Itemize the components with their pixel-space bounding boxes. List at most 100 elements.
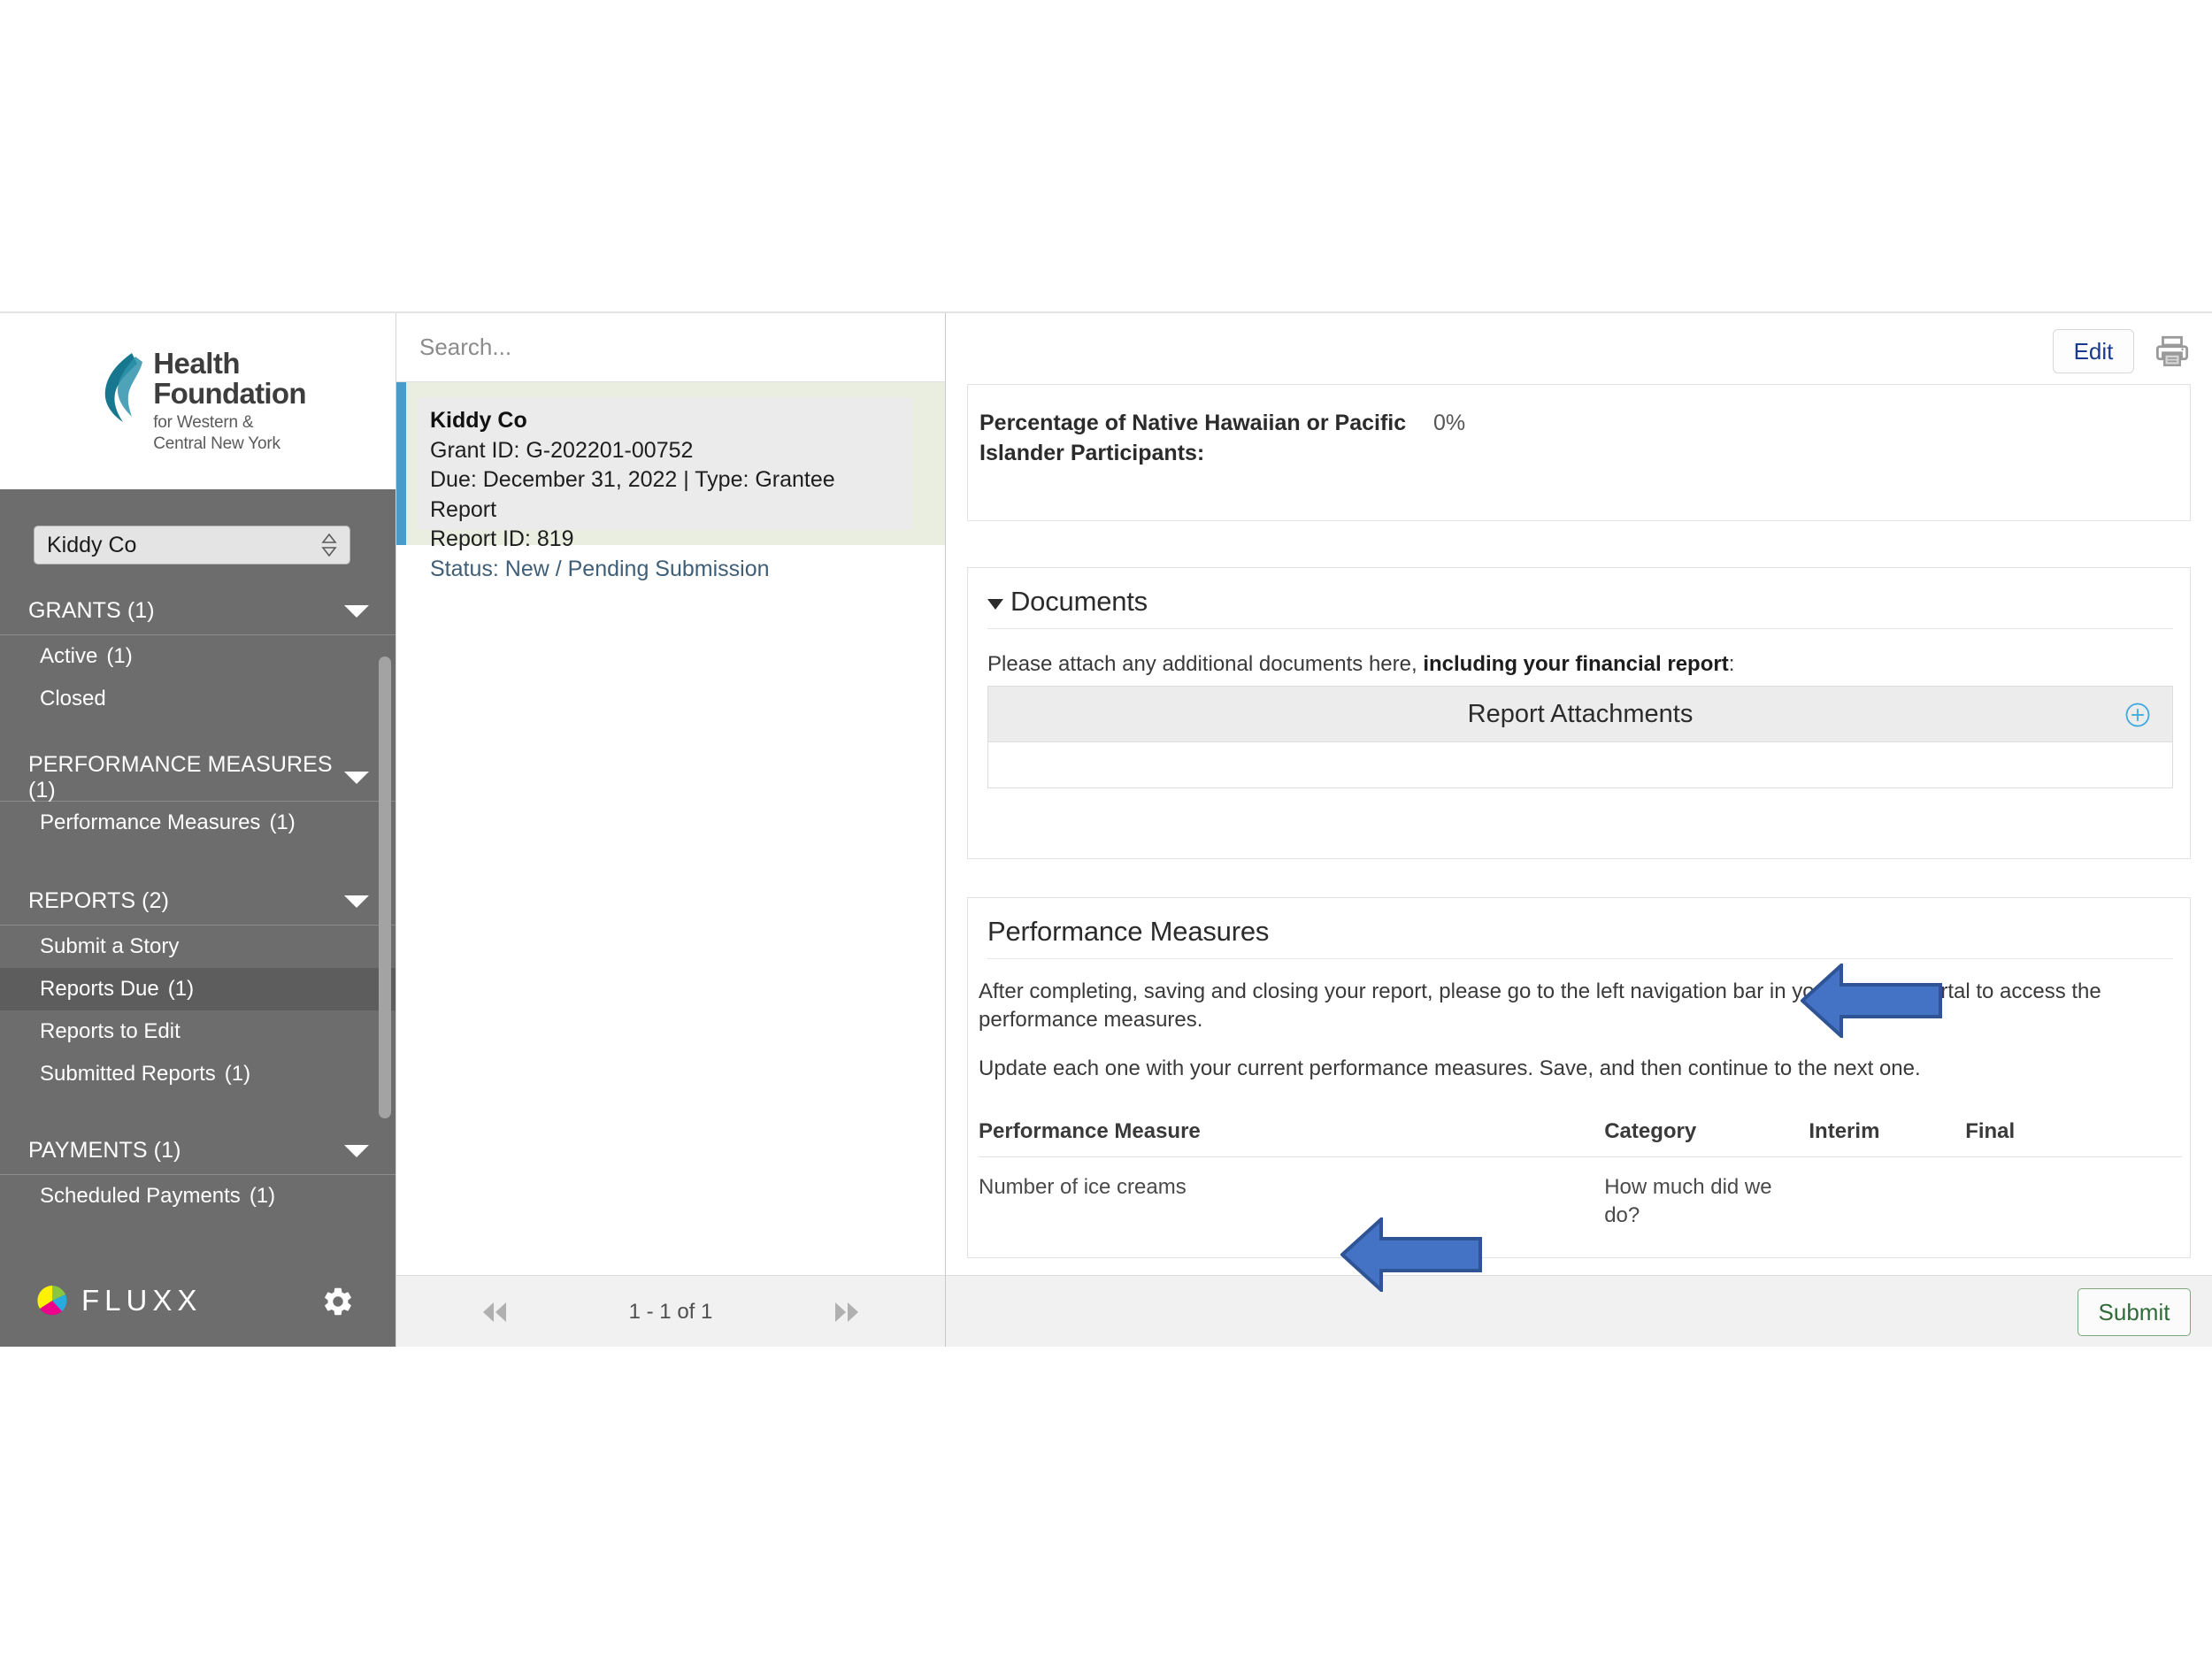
native-hawaiian-percentage-field: Percentage of Native Hawaiian or Pacific… xyxy=(979,408,1465,468)
sidebar-item-performance-measures[interactable]: Performance Measures (1) xyxy=(0,802,396,844)
cell-interim xyxy=(1809,1157,1965,1231)
chevron-down-icon xyxy=(344,771,369,784)
sidebar-item-scheduled-payments-label: Scheduled Payments xyxy=(40,1184,241,1208)
performance-measures-section-title: Performance Measures xyxy=(987,916,1270,947)
edit-button[interactable]: Edit xyxy=(2053,329,2134,373)
fluxx-branding-bar: FLUXX xyxy=(0,1253,396,1347)
sidebar-item-active-count: (1) xyxy=(106,644,133,668)
sidebar-item-scheduled-payments[interactable]: Scheduled Payments (1) xyxy=(0,1175,396,1217)
sidebar-item-active[interactable]: Active (1) xyxy=(0,635,396,678)
sidebar-item-reports-due-label: Reports Due xyxy=(40,977,159,1001)
logo-subtitle: for Western & Central New York xyxy=(153,412,306,453)
sidebar-item-performance-measures-label: Performance Measures xyxy=(40,810,261,834)
caret-down-icon xyxy=(987,599,1003,610)
record-org-name: Kiddy Co xyxy=(430,408,527,433)
submit-button[interactable]: Submit xyxy=(2078,1288,2191,1336)
add-attachment-button[interactable] xyxy=(2124,702,2151,728)
page-indicator: 1 - 1 of 1 xyxy=(628,1300,713,1324)
nav-group-performance-measures[interactable]: PERFORMANCE MEASURES (1) xyxy=(0,751,396,803)
record-report-id: Report ID: 819 xyxy=(430,526,574,551)
double-left-arrow-icon xyxy=(482,1302,506,1322)
column-header-performance-measure: Performance Measure xyxy=(979,1119,1605,1157)
nav-group-performance-measures-label: PERFORMANCE MEASURES (1) xyxy=(28,751,333,803)
sidebar-item-performance-measures-count: (1) xyxy=(269,810,296,834)
column-header-final: Final xyxy=(1965,1119,2182,1157)
performance-measures-section-card: Performance Measures After completing, s… xyxy=(967,897,2191,1258)
record-grant-id: Grant ID: G-202201-00752 xyxy=(430,437,694,463)
sidebar-item-closed[interactable]: Closed xyxy=(0,678,396,720)
column-header-interim: Interim xyxy=(1809,1119,1966,1157)
last-page-button[interactable] xyxy=(827,1299,864,1325)
sidebar-item-scheduled-payments-count: (1) xyxy=(249,1184,276,1208)
documents-instruction-bold: including your financial report xyxy=(1423,652,1729,676)
documents-section-card: Documents Please attach any additional d… xyxy=(967,567,2191,859)
documents-section-title: Documents xyxy=(1010,586,1148,617)
sidebar-item-submit-a-story[interactable]: Submit a Story xyxy=(0,926,396,968)
logo-sub-line-2: Central New York xyxy=(153,434,280,453)
sidebar-item-submitted-reports-label: Submitted Reports xyxy=(40,1062,216,1086)
performance-measures-table: Performance Measure Category Interim Fin… xyxy=(979,1119,2182,1230)
table-row[interactable]: Number of ice creams How much did we do? xyxy=(979,1157,2182,1231)
performance-paragraph-1: After completing, saving and closing you… xyxy=(979,979,2101,1032)
report-detail-panel: Edit Percentage of Native Hawaiian or Pa… xyxy=(946,313,2212,1347)
list-pagination-footer: 1 - 1 of 1 xyxy=(396,1275,945,1347)
native-hawaiian-percentage-label: Percentage of Native Hawaiian or Pacific… xyxy=(979,411,1407,465)
cell-final xyxy=(1965,1157,2182,1231)
settings-button[interactable] xyxy=(321,1285,355,1323)
demographics-field-card: Percentage of Native Hawaiian or Pacific… xyxy=(967,384,2191,521)
first-page-button[interactable] xyxy=(477,1299,514,1325)
stepper-updown-icon xyxy=(321,533,337,557)
nav-group-reports-label: REPORTS (2) xyxy=(28,888,169,913)
native-hawaiian-percentage-value: 0% xyxy=(1433,411,1466,435)
search-input[interactable] xyxy=(418,333,896,362)
performance-paragraph-2: Update each one with your current perfor… xyxy=(979,1056,1921,1080)
fluxx-wordmark: FLUXX xyxy=(81,1284,203,1317)
nav-group-payments-label: PAYMENTS (1) xyxy=(28,1138,181,1163)
nav-group-payments[interactable]: PAYMENTS (1) xyxy=(0,1127,396,1175)
search-bar xyxy=(396,313,945,382)
report-attachments-title: Report Attachments xyxy=(1467,699,1694,728)
plus-circle-icon xyxy=(2125,703,2150,727)
documents-instruction-tail: : xyxy=(1728,652,1735,676)
performance-measures-section-header: Performance Measures xyxy=(987,916,2173,959)
sidebar-item-reports-to-edit-label: Reports to Edit xyxy=(40,1019,180,1043)
nav-group-grants-label: GRANTS (1) xyxy=(28,598,155,623)
sidebar-item-active-label: Active xyxy=(40,644,98,668)
nav-group-grants[interactable]: GRANTS (1) xyxy=(0,588,396,635)
record-due-and-type: Due: December 31, 2022 | Type: Grantee R… xyxy=(430,467,835,522)
detail-toolbar: Edit xyxy=(2053,329,2191,373)
sidebar-item-reports-to-edit[interactable]: Reports to Edit xyxy=(0,1010,396,1053)
logo-line-health: Health xyxy=(153,347,241,380)
arrow-pointing-to-performance-measures xyxy=(1340,1217,1482,1292)
health-foundation-swoosh-icon xyxy=(104,353,143,423)
record-list-panel: Kiddy Co Grant ID: G-202201-00752 Due: D… xyxy=(396,313,946,1347)
printer-icon xyxy=(2155,335,2189,366)
print-button[interactable] xyxy=(2154,333,2191,370)
sidebar-item-reports-due-count: (1) xyxy=(167,977,195,1001)
chevron-down-icon xyxy=(344,604,369,618)
sidebar-item-reports-due[interactable]: Reports Due (1) xyxy=(0,968,396,1010)
organization-selector-value: Kiddy Co xyxy=(47,532,137,557)
list-item[interactable]: Kiddy Co Grant ID: G-202201-00752 Due: D… xyxy=(396,382,945,581)
sidebar-item-closed-label: Closed xyxy=(40,687,106,710)
documents-instruction-plain: Please attach any additional documents h… xyxy=(987,652,1424,676)
cell-performance-measure: Number of ice creams xyxy=(979,1175,1187,1199)
arrow-pointing-to-documents-attachment xyxy=(1801,964,1942,1038)
chevron-down-icon xyxy=(344,895,369,908)
left-navigation-sidebar: Health Foundation for Western & Central … xyxy=(0,313,396,1347)
sidebar-item-submit-a-story-label: Submit a Story xyxy=(40,934,180,958)
sidebar-scrollbar[interactable] xyxy=(379,657,391,1118)
nav-group-reports[interactable]: REPORTS (2) xyxy=(0,878,396,926)
gear-icon xyxy=(325,1287,351,1316)
chevron-down-icon xyxy=(344,1144,369,1157)
documents-section-header[interactable]: Documents xyxy=(987,586,2173,629)
record-status: Status: New / Pending Submission xyxy=(430,556,770,581)
sidebar-item-submitted-reports[interactable]: Submitted Reports (1) xyxy=(0,1053,396,1095)
organization-selector[interactable]: Kiddy Co xyxy=(34,526,350,565)
sidebar-item-submitted-reports-count: (1) xyxy=(224,1062,251,1086)
cell-category: How much did we do? xyxy=(1604,1175,1772,1228)
table-header-row: Performance Measure Category Interim Fin… xyxy=(979,1119,2182,1157)
fluxx-grantee-portal-window: Health Foundation for Western & Central … xyxy=(0,311,2212,1347)
report-attachments-list-empty xyxy=(987,742,2173,788)
foundation-logo: Health Foundation for Western & Central … xyxy=(0,313,396,489)
